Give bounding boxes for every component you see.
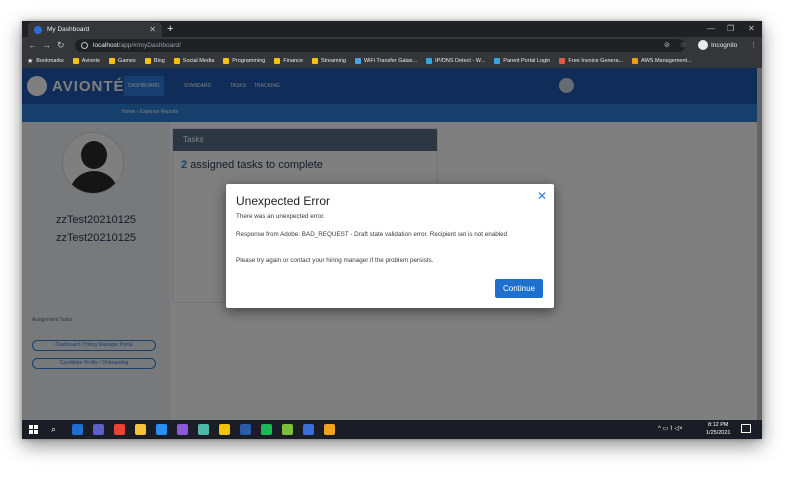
bookmark-label: Social Media (182, 58, 215, 64)
file-explorer-icon[interactable] (135, 424, 146, 435)
avionte-favicon-icon (34, 25, 42, 34)
bookmark-label: WiFi Transfer Galax... (363, 58, 418, 64)
folder-icon (354, 58, 361, 64)
bookmark-item[interactable]: ★ Bookmarks (27, 57, 64, 65)
dialog-response-detail: Response from Adobe: BAD_REQUEST - Draft… (236, 231, 508, 238)
bookmark-item[interactable]: Streaming (311, 58, 346, 64)
bookmark-item[interactable]: Free Invoice Genera... (559, 58, 623, 64)
folder-icon (72, 58, 79, 64)
bookmark-item[interactable]: Programming (223, 58, 265, 64)
menu-kebab-icon[interactable]: ⋮ (750, 39, 757, 52)
bookmark-item[interactable]: Finance (274, 58, 303, 64)
clock-date: 1/25/2021 (706, 429, 731, 436)
bookmark-label: Avionte (81, 58, 101, 64)
outlook-icon[interactable] (72, 424, 83, 435)
star-icon: ★ (27, 58, 34, 65)
bookmark-label: Streaming (320, 58, 346, 64)
tab-strip: My Dashboard ✕ + — ❐ ✕ (22, 21, 762, 37)
dialog-message: There was an unexpected error. (236, 213, 325, 220)
folder-icon (274, 58, 281, 64)
bookmark-label: Blog (153, 58, 165, 64)
minimize-icon[interactable]: — (707, 22, 715, 36)
bookmark-label: Finance (283, 58, 303, 64)
folder-icon (311, 58, 318, 64)
visual-studio-icon[interactable] (177, 424, 188, 435)
app-icon-yellow[interactable] (219, 424, 230, 435)
new-tab-button[interactable]: + (167, 22, 173, 36)
folder-icon (632, 58, 639, 64)
bookmark-item[interactable]: IP/DNS Detect - W... (426, 58, 485, 64)
back-arrow-icon[interactable]: ← (28, 39, 37, 52)
forward-arrow-icon[interactable]: → (42, 39, 51, 52)
continue-button[interactable]: Continue (495, 279, 543, 298)
folder-icon (223, 58, 230, 64)
clock-time: 8:12 PM (707, 422, 729, 428)
incognito-icon (698, 40, 708, 50)
incognito-indicator[interactable]: Incognito (698, 40, 737, 50)
taskbar-clock[interactable]: 8:12 PM 1/25/2021 (706, 422, 730, 437)
tab-my-dashboard[interactable]: My Dashboard ✕ (28, 22, 162, 37)
tab-title: My Dashboard (47, 26, 90, 33)
bookmarks-bar: ★ Bookmarks Avionte Games Blog Social Media Pr… (22, 54, 762, 68)
spotify-icon[interactable] (261, 424, 272, 435)
tracking-protection-icon[interactable]: ⊘ (664, 39, 670, 52)
bookmark-item[interactable]: Games (109, 58, 136, 64)
bookmark-item[interactable]: AWS Management... (632, 58, 692, 64)
bookmark-item[interactable]: Avionte (72, 58, 101, 64)
folder-icon (173, 58, 180, 64)
bookmark-label: Bookmarks (36, 58, 64, 64)
folder-icon (144, 58, 151, 64)
bookmark-label: Parent Portal Login (503, 58, 551, 64)
folder-icon (109, 58, 116, 64)
teams-icon[interactable] (93, 424, 104, 435)
close-icon[interactable]: ✕ (537, 190, 547, 202)
reload-icon[interactable]: ↻ (57, 39, 65, 52)
incognito-label: Incognito (711, 41, 738, 49)
dialog-instruction: Please try again or contact your hiring … (236, 257, 434, 264)
bookmark-item[interactable]: Social Media (173, 58, 215, 64)
bookmark-label: AWS Management... (641, 58, 692, 64)
powershell-icon[interactable] (240, 424, 251, 435)
app-icon-green[interactable] (282, 424, 293, 435)
bookmark-item[interactable]: WiFi Transfer Galax... (354, 58, 418, 64)
windows-taskbar: ⌕ ^ ▭ ⌇ ◁× 8:12 PM 1/25/2021 (22, 420, 762, 439)
url-path: /app/#/myDashboard/ (118, 42, 181, 49)
site-info-icon[interactable] (81, 42, 88, 49)
error-dialog: Unexpected Error ✕ There was an unexpect… (226, 184, 554, 308)
bookmark-label: Free Invoice Genera... (568, 58, 624, 64)
dialog-title: Unexpected Error (236, 194, 331, 208)
address-bar[interactable]: localhost /app/#/myDashboard/ (75, 39, 685, 52)
browser-window: My Dashboard ✕ + — ❐ ✕ ← → ↻ localhost /… (22, 21, 762, 439)
folder-icon (494, 58, 501, 64)
notification-icon[interactable] (741, 424, 751, 433)
web-page: AVIONTÉ DASHBOARD STANDARD TASKS TRACKIN… (22, 68, 762, 420)
bookmark-item[interactable]: Blog (144, 58, 165, 64)
bookmark-label: Games (118, 58, 136, 64)
chrome-icon[interactable] (114, 424, 125, 435)
bookmark-label: Programming (232, 58, 266, 64)
chrome-alt-icon[interactable] (324, 424, 335, 435)
bookmark-label: IP/DNS Detect - W... (435, 58, 486, 64)
windows-start-icon[interactable] (29, 425, 38, 434)
close-window-icon[interactable]: ✕ (748, 22, 755, 36)
vscode-icon[interactable] (156, 424, 167, 435)
close-tab-icon[interactable]: ✕ (149, 25, 156, 34)
url-host: localhost (93, 42, 119, 49)
search-icon[interactable]: ⌕ (51, 424, 56, 435)
browser-toolbar: ← → ↻ localhost /app/#/myDashboard/ ⊘ ☆ … (22, 37, 762, 54)
maximize-icon[interactable]: ❐ (727, 22, 734, 36)
folder-icon (426, 58, 433, 64)
bookmark-item[interactable]: Parent Portal Login (494, 58, 550, 64)
bookmark-star-icon[interactable]: ☆ (680, 39, 686, 52)
folder-icon (559, 58, 566, 64)
app-icon-blue[interactable] (303, 424, 314, 435)
app-icon-teal[interactable] (198, 424, 209, 435)
system-tray-icons[interactable]: ^ ▭ ⌇ ◁× (658, 425, 683, 432)
